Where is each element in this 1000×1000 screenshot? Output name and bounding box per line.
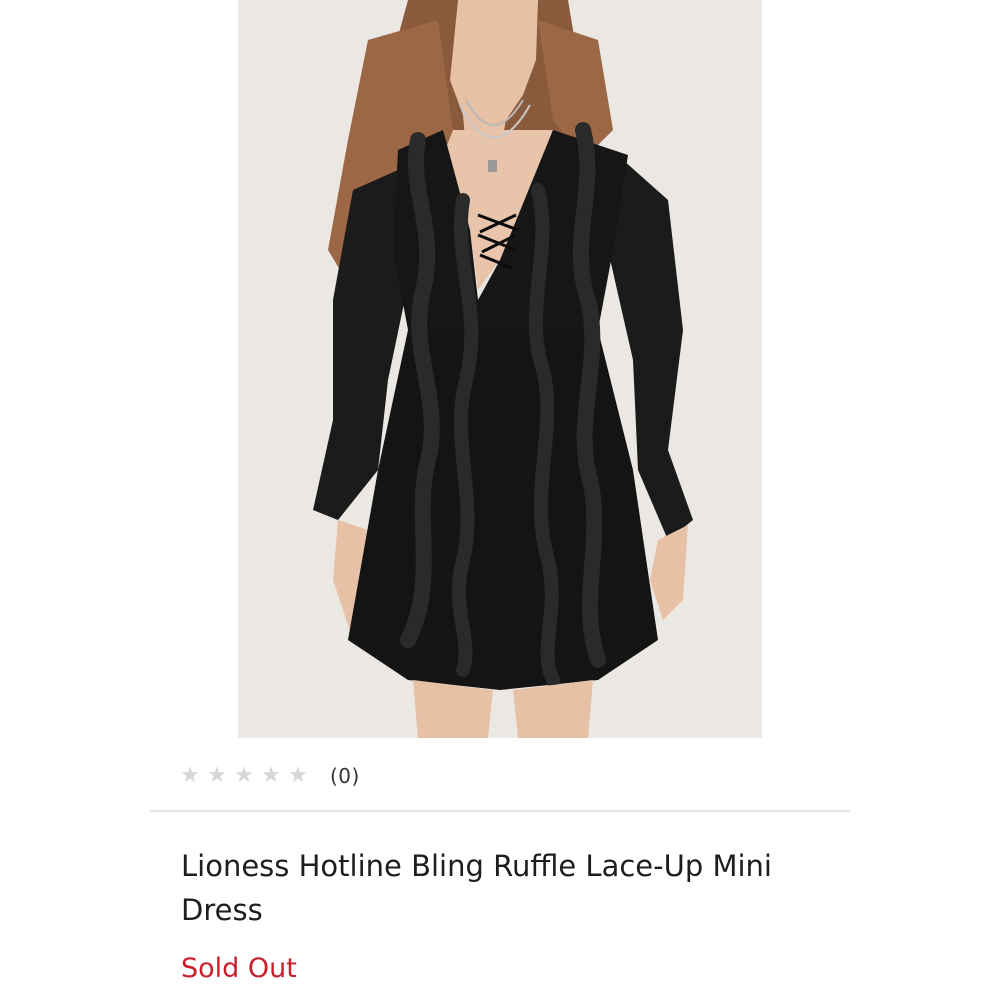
rating-summary[interactable]: ★ ★ ★ ★ ★ (0) (178, 760, 360, 792)
star-icon: ★ (288, 763, 308, 788)
product-title[interactable]: Lioness Hotline Bling Ruffle Lace-Up Min… (181, 844, 801, 932)
divider (150, 810, 850, 812)
product-card: ★ ★ ★ ★ ★ (0) Lioness Hotline Bling Ruff… (0, 0, 1000, 1000)
stock-status: Sold Out (181, 953, 297, 984)
star-icon: ★ (207, 763, 227, 788)
star-icon: ★ (261, 763, 281, 788)
dress-photo (238, 0, 762, 738)
product-image[interactable] (238, 0, 762, 738)
star-rating: ★ ★ ★ ★ ★ (178, 765, 310, 787)
star-icon: ★ (234, 763, 254, 788)
review-count[interactable]: (0) (330, 764, 360, 788)
star-icon: ★ (180, 763, 200, 788)
